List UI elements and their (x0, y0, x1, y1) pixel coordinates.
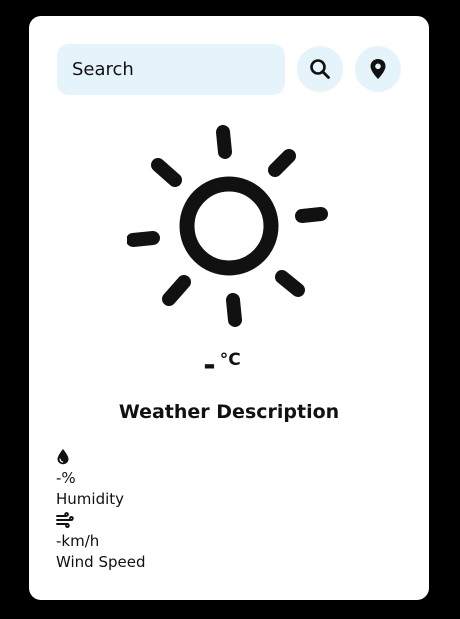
search-icon (310, 59, 330, 79)
sun-icon (127, 125, 328, 327)
temperature-unit: °C (219, 350, 241, 370)
search-input[interactable] (72, 59, 272, 80)
weather-description: Weather Description (118, 401, 340, 423)
temperature-display: - °C (29, 346, 429, 386)
search-button[interactable] (297, 46, 343, 92)
humidity-label: Humidity (56, 490, 125, 508)
location-button[interactable] (355, 46, 401, 92)
map-pin-icon (370, 59, 386, 79)
weather-card: - °C Weather Description -% Humidity -km… (29, 16, 429, 600)
temperature-value: - (203, 348, 216, 383)
wind-icon (56, 512, 74, 528)
water-drop-icon (57, 449, 69, 465)
wind-speed-label: Wind Speed (56, 553, 146, 571)
search-box[interactable] (57, 44, 285, 95)
wind-speed-value: -km/h (56, 532, 100, 550)
humidity-value: -% (56, 469, 76, 487)
